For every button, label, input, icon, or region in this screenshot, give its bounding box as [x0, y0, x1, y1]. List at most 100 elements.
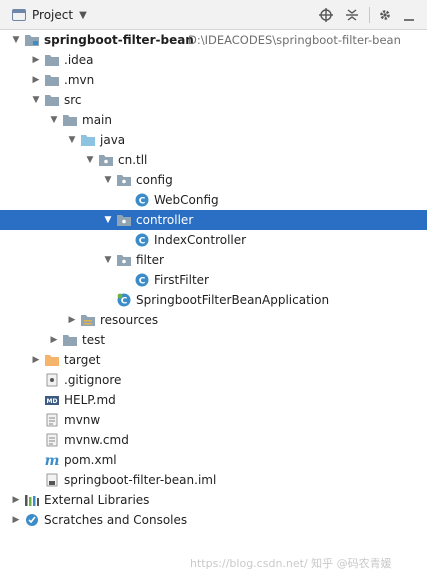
markdown-file-icon: MD	[44, 393, 60, 407]
tree-item-label: .gitignore	[64, 373, 122, 387]
collapsed-arrow-icon[interactable]: ▶	[30, 350, 42, 370]
tree-item-label: mvnw	[64, 413, 101, 427]
tree-item-label: springboot-filter-bean.iml	[64, 473, 217, 487]
libraries-icon	[24, 493, 40, 507]
scratches-icon	[24, 513, 40, 527]
watermark: https://blog.csdn.net/ 知乎 @码农青媛	[190, 557, 392, 570]
collapsed-arrow-icon[interactable]: ▶	[30, 50, 42, 70]
package-icon	[98, 153, 114, 167]
expanded-arrow-icon[interactable]: ▼	[10, 30, 22, 50]
expanded-arrow-icon[interactable]: ▼	[84, 150, 96, 170]
tree-item-label: filter	[136, 253, 164, 267]
collapsed-arrow-icon[interactable]: ▶	[30, 70, 42, 90]
module-path: D:\IDEACODES\springboot-filter-bean	[188, 33, 401, 47]
tree-item-label: resources	[100, 313, 159, 327]
tree-row[interactable]: C IndexController	[0, 230, 427, 250]
maven-file-icon: m	[44, 453, 60, 469]
collapsed-arrow-icon[interactable]: ▶	[48, 330, 60, 350]
tree-row[interactable]: m pom.xml	[0, 450, 427, 470]
expanded-arrow-icon[interactable]: ▼	[102, 250, 114, 270]
tree-item-label: target	[64, 353, 101, 367]
collapse-all-icon[interactable]	[344, 7, 360, 23]
folder-icon	[62, 333, 78, 347]
collapsed-arrow-icon[interactable]: ▶	[10, 490, 22, 510]
tree-item-label: src	[64, 93, 82, 107]
tree-row[interactable]: ▶ test	[0, 330, 427, 350]
tree-row[interactable]: MD HELP.md	[0, 390, 427, 410]
tree-item-label: SpringbootFilterBeanApplication	[136, 293, 330, 307]
module-folder-icon	[24, 33, 40, 47]
tree-row[interactable]: mvnw.cmd	[0, 430, 427, 450]
tree-row[interactable]: ▶ resources	[0, 310, 427, 330]
svg-text:C: C	[139, 237, 146, 247]
tree-row[interactable]: ▼ src	[0, 90, 427, 110]
tree-row[interactable]: ▼ main	[0, 110, 427, 130]
tree-item-label: IndexController	[154, 233, 247, 247]
tree-row[interactable]: ▶ .idea	[0, 50, 427, 70]
expanded-arrow-icon[interactable]: ▼	[102, 170, 114, 190]
tree-row[interactable]: ▼ springboot-filter-bean D:\IDEACODES\spri…	[0, 30, 427, 50]
folder-icon	[44, 53, 60, 67]
class-icon: C	[134, 273, 150, 287]
svg-text:MD: MD	[47, 398, 58, 405]
text-file-icon	[44, 413, 60, 427]
project-icon	[12, 9, 26, 21]
folder-icon	[62, 113, 78, 127]
tree-item-label: Scratches and Consoles	[44, 513, 188, 527]
svg-text:C: C	[121, 297, 128, 307]
class-icon: C	[134, 233, 150, 247]
tree-row[interactable]: ▶ target	[0, 350, 427, 370]
svg-text:C: C	[139, 197, 146, 207]
tree-item-label: cn.tll	[118, 153, 148, 167]
tree-item-label: mvnw.cmd	[64, 433, 129, 447]
svg-text:C: C	[139, 277, 146, 287]
collapsed-arrow-icon[interactable]: ▶	[10, 510, 22, 530]
tree-row[interactable]: ▼ cn.tll	[0, 150, 427, 170]
locate-icon[interactable]	[318, 7, 334, 23]
resources-folder-icon	[80, 313, 96, 327]
collapsed-arrow-icon[interactable]: ▶	[66, 310, 78, 330]
tree-row[interactable]: ▼ config	[0, 170, 427, 190]
tree-item-label: controller	[136, 213, 194, 227]
tree-item-label: .idea	[64, 53, 94, 67]
tree-item-label: config	[136, 173, 173, 187]
tree-item-label: pom.xml	[64, 453, 117, 467]
excluded-folder-icon	[44, 353, 60, 367]
tree-item-label: main	[82, 113, 112, 127]
expanded-arrow-icon[interactable]: ▼	[66, 130, 78, 150]
tree-row[interactable]: ▼ filter	[0, 250, 427, 270]
spring-class-icon: C	[116, 293, 132, 307]
tree-item-label: FirstFilter	[154, 273, 209, 287]
tree-row[interactable]: springboot-filter-bean.iml	[0, 470, 427, 490]
gear-icon[interactable]	[377, 7, 393, 23]
class-icon: C	[134, 193, 150, 207]
tree-row[interactable]: C WebConfig	[0, 190, 427, 210]
tree-row[interactable]: ▼ controller	[0, 210, 427, 230]
hide-icon[interactable]	[401, 7, 417, 23]
package-icon	[116, 253, 132, 267]
toolbar-separator	[369, 7, 370, 23]
tree-row[interactable]: C SpringbootFilterBeanApplication	[0, 290, 427, 310]
expanded-arrow-icon[interactable]: ▼	[30, 90, 42, 110]
expanded-arrow-icon[interactable]: ▼	[102, 210, 114, 230]
folder-icon	[44, 93, 60, 107]
tree-row[interactable]: ▶ External Libraries	[0, 490, 427, 510]
tree-item-label: test	[82, 333, 106, 347]
project-view-selector[interactable]: Project ▼	[12, 0, 87, 30]
tree-row[interactable]: ▶ .mvn	[0, 70, 427, 90]
gitignore-file-icon	[44, 373, 60, 387]
tree-row[interactable]: mvnw	[0, 410, 427, 430]
package-icon	[116, 173, 132, 187]
tree-row[interactable]: ▼ java	[0, 130, 427, 150]
source-folder-icon	[80, 133, 96, 147]
iml-file-icon	[44, 473, 60, 487]
project-tool-window-header: Project ▼	[0, 0, 427, 30]
package-icon	[116, 213, 132, 227]
text-file-icon	[44, 433, 60, 447]
svg-text:m: m	[45, 453, 60, 467]
tree-row[interactable]: C FirstFilter	[0, 270, 427, 290]
tree-item-label: WebConfig	[154, 193, 219, 207]
tree-row[interactable]: ▶ Scratches and Consoles	[0, 510, 427, 530]
expanded-arrow-icon[interactable]: ▼	[48, 110, 60, 130]
tree-row[interactable]: .gitignore	[0, 370, 427, 390]
